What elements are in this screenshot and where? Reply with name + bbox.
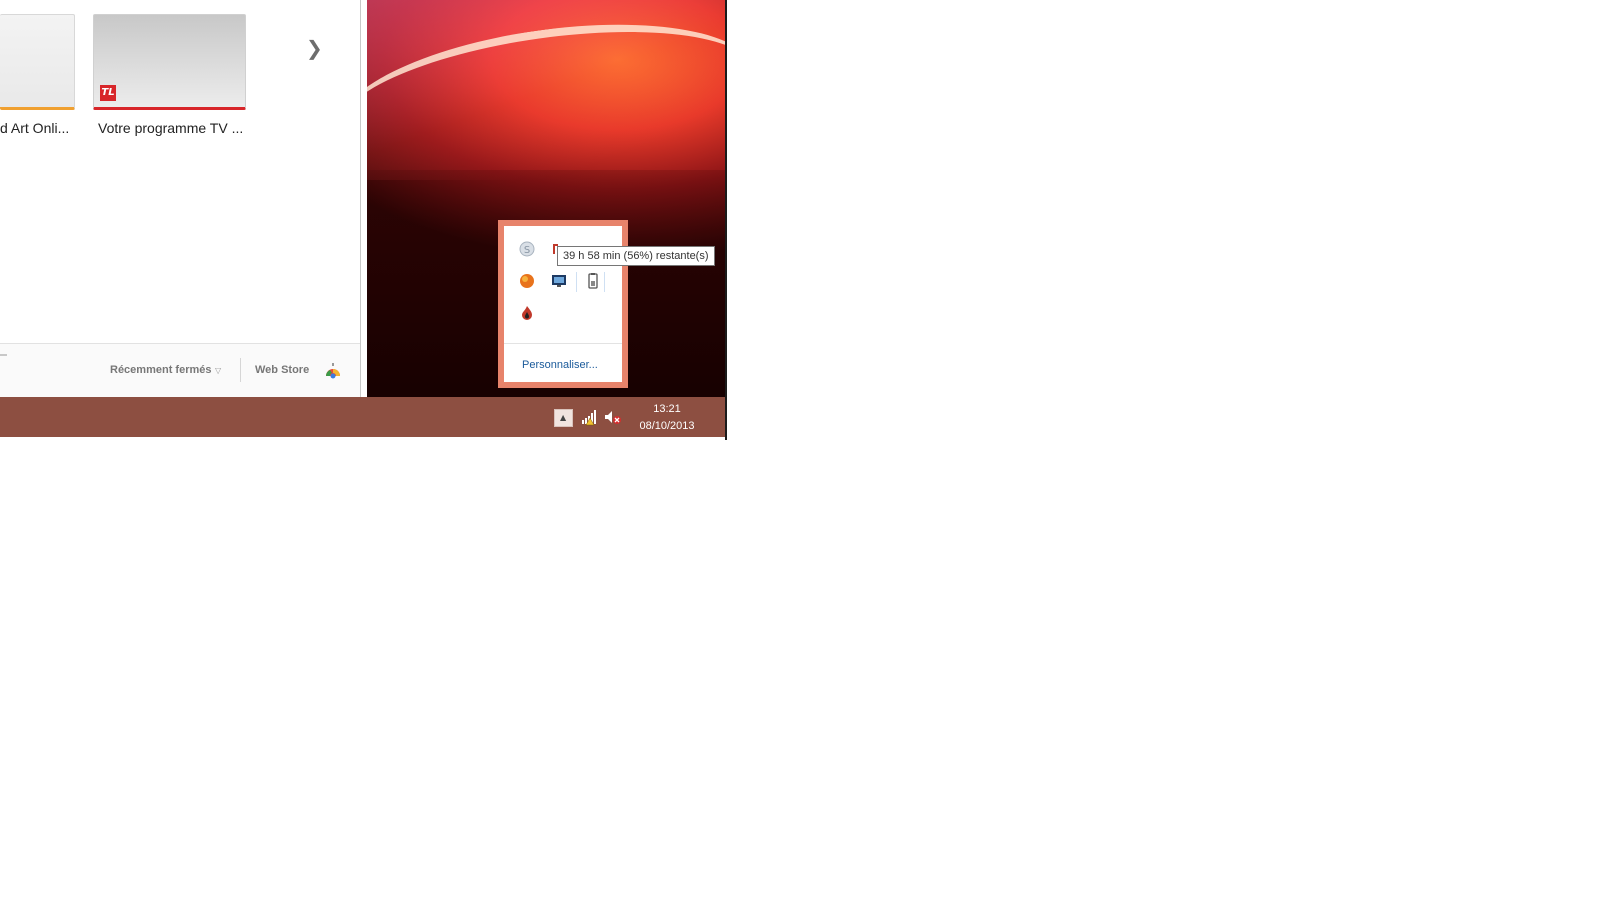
screen-edge (725, 0, 727, 440)
svg-text:S: S (524, 245, 530, 256)
clock-time: 13:21 (653, 403, 681, 415)
flame-icon[interactable] (518, 304, 536, 322)
screen-capture: d Art Onli... TL Votre programme TV ... … (0, 0, 727, 440)
chevron-down-icon[interactable]: ▽ (215, 366, 221, 375)
show-hidden-icons-button[interactable]: ▲ (554, 409, 573, 427)
system-clock[interactable]: 13:21 08/10/2013 (632, 401, 702, 435)
footer-separator (240, 358, 241, 382)
most-visited-thumbnail[interactable] (0, 14, 75, 110)
skype-icon[interactable]: S (518, 240, 536, 258)
next-page-arrow-icon[interactable]: ❯ (306, 36, 323, 60)
recently-closed-menu[interactable]: Récemment fermés (110, 364, 212, 376)
thumbnail-title[interactable]: d Art Onli... (0, 120, 69, 136)
most-visited-thumbnail[interactable]: TL (93, 14, 246, 110)
battery-tooltip: 39 h 58 min (56%) restante(s) (557, 246, 715, 266)
ball-icon[interactable] (518, 272, 536, 290)
web-store-icon[interactable] (324, 362, 342, 380)
telerama-favicon-icon: TL (100, 85, 116, 101)
footer-divider (0, 354, 7, 356)
network-signal-icon[interactable] (580, 408, 598, 426)
volume-muted-icon[interactable] (603, 408, 623, 426)
chevron-up-icon: ▲ (560, 413, 567, 422)
thumbnail-title[interactable]: Votre programme TV ... (98, 120, 243, 136)
flyout-divider (504, 343, 622, 344)
display-icon[interactable] (550, 272, 568, 290)
chrome-new-tab-page: d Art Onli... TL Votre programme TV ... … (0, 0, 361, 397)
battery-icon[interactable] (584, 272, 602, 290)
ntp-footer: Récemment fermés ▽ Web Store (0, 343, 360, 397)
taskbar: ▲ 13:21 08/10/2013 (0, 397, 725, 437)
clock-date: 08/10/2013 (639, 420, 695, 432)
customize-link[interactable]: Personnaliser... (522, 359, 598, 371)
web-store-link[interactable]: Web Store (255, 364, 309, 376)
